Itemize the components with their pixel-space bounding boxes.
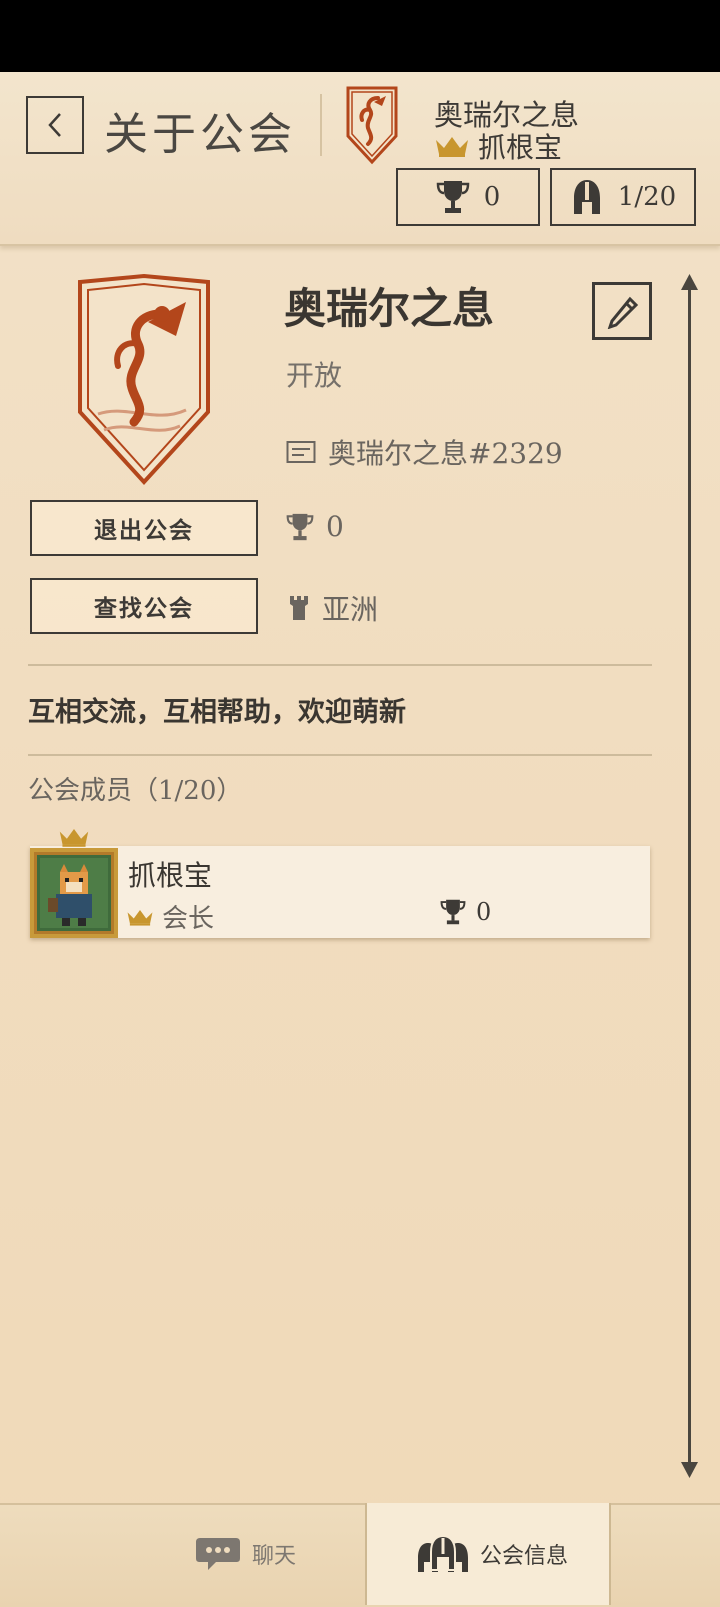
- scroll-up-arrow-icon: [681, 274, 698, 294]
- trophy-count: 0: [483, 182, 501, 212]
- header-divider: [320, 94, 322, 156]
- edit-button[interactable]: [592, 282, 652, 340]
- crown-icon: [436, 137, 468, 157]
- members-stat: 1/20: [550, 168, 696, 226]
- guild-region-row: 亚洲: [288, 588, 378, 628]
- scrollbar[interactable]: [688, 284, 691, 1466]
- id-card-icon: [286, 441, 316, 463]
- guild-region: 亚洲: [322, 593, 379, 626]
- helmet-icon: [573, 180, 600, 214]
- guild-tag: 奥瑞尔之息#2329: [328, 437, 563, 470]
- chat-bubble-icon: [195, 1538, 240, 1570]
- helmets-icon: [417, 1534, 468, 1572]
- members-section-title: 公会成员（1/20）: [28, 776, 243, 806]
- guild-description: 互相交流，互相帮助，欢迎萌新: [28, 697, 406, 728]
- guild-name: 奥瑞尔之息: [284, 284, 495, 333]
- guild-emblem-small: [344, 84, 400, 170]
- member-trophy-count: 0: [476, 898, 492, 926]
- header-leader-name: 抓根宝: [478, 131, 563, 164]
- guild-emblem-large: [76, 273, 212, 490]
- divider: [28, 664, 652, 666]
- tab-guild-info[interactable]: 公会信息: [402, 1503, 582, 1605]
- member-role: 会长: [162, 904, 215, 934]
- avatar[interactable]: [30, 848, 118, 938]
- members-count: 1/20: [617, 182, 677, 212]
- scroll-down-arrow-icon: [681, 1462, 698, 1482]
- chevron-left-icon: [48, 113, 61, 137]
- member-role-row: 会长: [126, 898, 214, 935]
- header-leader: 抓根宝: [434, 126, 562, 166]
- member-name: 抓根宝: [128, 859, 213, 892]
- guild-tag-row: 奥瑞尔之息#2329: [286, 432, 563, 472]
- tower-icon: [290, 596, 308, 620]
- tab-guild-info-label: 公会信息: [479, 1544, 568, 1569]
- trophy-icon: [286, 513, 314, 540]
- guild-trophy-row: 0: [286, 510, 344, 543]
- guild-status: 开放: [286, 359, 343, 392]
- page-title: 关于公会: [104, 109, 296, 160]
- tab-chat[interactable]: 聊天: [170, 1503, 320, 1605]
- member-trophy-row: 0: [440, 898, 491, 926]
- guild-trophy-count: 0: [326, 510, 344, 543]
- leave-guild-button[interactable]: 退出公会: [30, 500, 258, 556]
- bottom-tab-bar: [0, 1503, 720, 1607]
- member-row[interactable]: [30, 846, 650, 938]
- find-guild-button[interactable]: 查找公会: [30, 578, 258, 634]
- tab-chat-label: 聊天: [251, 1544, 296, 1569]
- trophy-stat: 0: [396, 168, 540, 226]
- back-button[interactable]: [26, 96, 84, 154]
- trophy-icon: [440, 899, 466, 925]
- crown-icon: [127, 909, 153, 926]
- pencil-icon: [607, 296, 639, 329]
- trophy-icon: [436, 181, 469, 213]
- divider: [28, 754, 652, 756]
